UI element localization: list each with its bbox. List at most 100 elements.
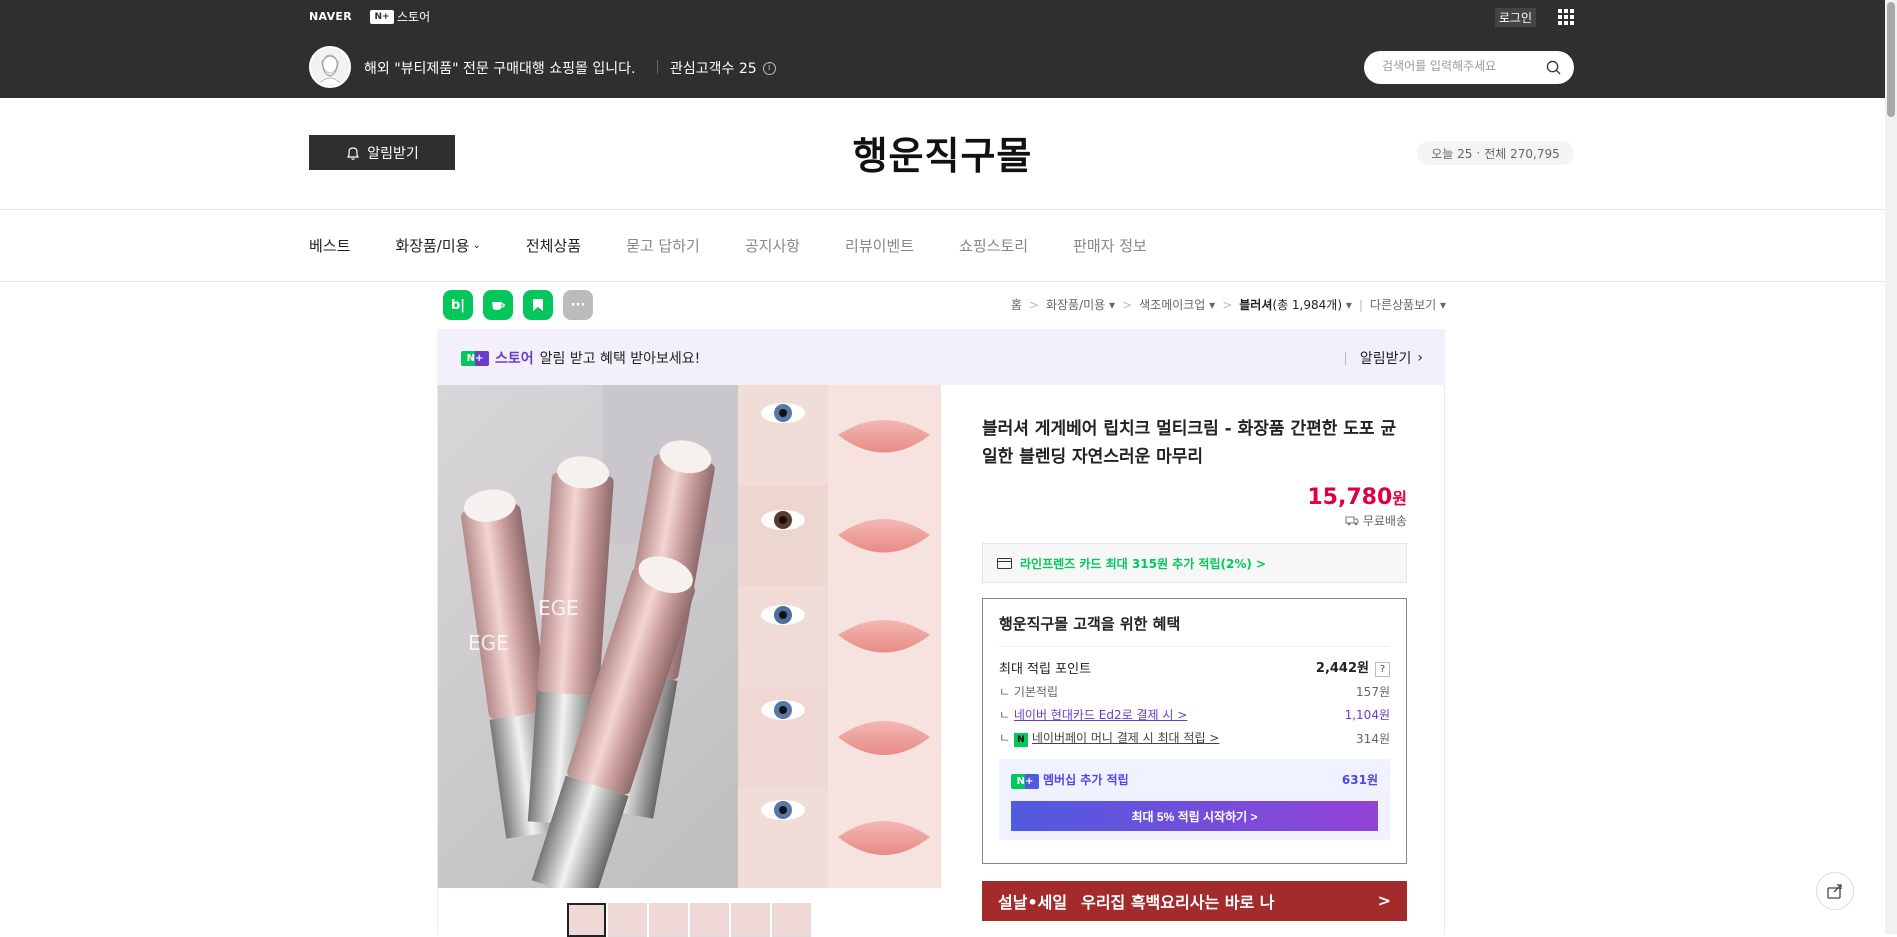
sale-tag: 설날•세일 — [998, 893, 1068, 912]
login-button[interactable]: 로그인 — [1494, 8, 1536, 27]
category-nav: 베스트 화장품/미용 ⌄ 전체상품 묻고 답하기 공지사항 리뷰이벤트 쇼핑스토리… — [0, 211, 1885, 282]
more-icon[interactable]: ··· — [563, 290, 593, 320]
nplus-badge: N+ — [370, 9, 394, 24]
card-benefit[interactable]: 라인프렌즈 카드 최대 315원 추가 적립(2%) > — [982, 543, 1407, 583]
divider — [1344, 351, 1346, 365]
nav-item-seller-info[interactable]: 판매자 정보 — [1073, 235, 1147, 256]
promo-alarm-label: 알림받기 — [1359, 351, 1412, 367]
visits-total: 전체 270,795 — [1484, 146, 1560, 161]
blog-icon[interactable]: b| — [443, 290, 473, 320]
naver-logo[interactable]: NAVER — [309, 10, 352, 23]
thumbnail[interactable] — [772, 903, 811, 937]
cafe-icon[interactable] — [483, 290, 513, 320]
grid-icon[interactable] — [1558, 9, 1574, 25]
price-value: 15,780 — [1307, 485, 1393, 510]
hyundai-card-row: ㄴ 네이버 현대카드 Ed2로 결제 시 > 1,104원 — [999, 708, 1390, 722]
breadcrumb-count: (총 1,984개) — [1272, 298, 1343, 312]
thumbnail[interactable] — [649, 903, 688, 937]
divider — [657, 60, 658, 74]
hyundai-card-value: 1,104원 — [1344, 708, 1390, 722]
breadcrumb-blusher-label: 블러셔 — [1239, 298, 1273, 312]
scrollbar-thumb[interactable] — [1887, 2, 1895, 117]
info-icon[interactable]: i — [762, 61, 776, 75]
store-info-row: 해외 "뷰티제품" 전문 구매대행 쇼핑몰 입니다. 관심고객수 25 i — [309, 46, 1574, 88]
benefit-title: 행운직구몰 고객을 위한 혜택 — [999, 613, 1390, 647]
nav-item-notice[interactable]: 공지사항 — [745, 235, 800, 256]
nav-item-shopping-story[interactable]: 쇼핑스토리 — [959, 235, 1028, 256]
chevron-right-icon: > — [1377, 891, 1391, 910]
membership-label: 멤버십 추가 적립 — [1043, 773, 1129, 787]
thumbnail[interactable] — [567, 903, 606, 937]
product-section: EGE EGE 블러셔 게게베어 립치크 멀티크림 - 화장품 간편한 도포 균… — [437, 385, 1445, 937]
search-box — [1364, 51, 1574, 84]
sale-banner[interactable]: 설날•세일 우리집 흑백요리사는 바로 나 > — [982, 881, 1407, 921]
nav-item-all-products[interactable]: 전체상품 — [526, 235, 581, 256]
bookmark-icon[interactable] — [523, 290, 553, 320]
search-icon[interactable] — [1546, 60, 1561, 75]
basic-point-value: 157원 — [1356, 685, 1390, 699]
thumbnail[interactable] — [731, 903, 770, 937]
floating-share-button[interactable] — [1816, 872, 1854, 910]
interest-label: 관심고객수 25 — [670, 61, 757, 77]
max-point-row: 최대 적립 포인트 2,442원? — [999, 657, 1390, 677]
product-image[interactable]: EGE EGE — [438, 385, 941, 888]
truck-icon — [1345, 516, 1359, 526]
npay-row: ㄴ N 네이버페이 머니 결제 시 최대 적립 > 314원 — [999, 731, 1390, 747]
npay-value: 314원 — [1356, 731, 1390, 746]
top-row: NAVER N+ 스토어 로그인 — [309, 8, 1574, 27]
chevron-right-icon: › — [1417, 350, 1423, 366]
product-brand-text-2: EGE — [538, 596, 579, 620]
nav-item-cosmetics[interactable]: 화장품/미용 ⌄ — [395, 235, 480, 256]
max-point-value: 2,442원 — [1315, 661, 1369, 676]
product-name: 블러셔 게게베어 립치크 멀티크림 - 화장품 간편한 도포 균일한 블렌딩 자… — [982, 419, 1397, 467]
price-unit: 원 — [1392, 489, 1407, 508]
nav-item-qna[interactable]: 묻고 답하기 — [626, 235, 700, 256]
naver-store-logo[interactable]: N+ 스토어 — [370, 8, 430, 25]
breadcrumb-cosmetics-label: 화장품/미용 — [1045, 298, 1106, 312]
npay-icon: N — [1013, 733, 1028, 747]
breadcrumb-blusher[interactable]: 블러셔(총 1,984개) ▾ — [1239, 296, 1352, 313]
membership-start-button[interactable]: 최대 5% 적립 시작하기 > — [1011, 801, 1378, 831]
share-icon — [1827, 884, 1842, 899]
divider: | — [1358, 297, 1363, 312]
visits-today: 오늘 25 — [1431, 146, 1473, 161]
nav-item-review-event[interactable]: 리뷰이벤트 — [845, 235, 914, 256]
avatar[interactable] — [309, 46, 351, 88]
store-title[interactable]: 행운직구몰 — [0, 125, 1885, 180]
sale-text: 우리집 흑백요리사는 바로 나 — [1081, 893, 1275, 912]
membership-value: 631원 — [1341, 773, 1378, 787]
chevron-right-icon: > — [1222, 297, 1233, 312]
membership-box: N+ 멤버십 추가 적립 631원 최대 5% 적립 시작하기 > — [999, 759, 1390, 840]
npay-link[interactable]: 네이버페이 머니 결제 시 최대 적립 > — [1032, 731, 1220, 745]
store-logo-text: 스토어 — [397, 10, 431, 24]
nav-item-cosmetics-label: 화장품/미용 — [395, 237, 470, 255]
breadcrumb-cosmetics[interactable]: 화장품/미용 ▾ — [1046, 296, 1115, 313]
card-icon — [997, 557, 1012, 569]
store-description: 해외 "뷰티제품" 전문 구매대행 쇼핑몰 입니다. — [364, 61, 636, 77]
nplus-badge: N+ — [461, 350, 489, 366]
dot-separator: · — [1476, 146, 1481, 160]
max-point-value-wrap: 2,442원? — [1316, 657, 1390, 677]
store-header: 알림받기 행운직구몰 오늘 25 · 전체 270,795 — [0, 98, 1885, 210]
basic-point-row: ㄴ 기본적립 157원 — [999, 683, 1390, 700]
benefit-box: 행운직구몰 고객을 위한 혜택 최대 적립 포인트 2,442원? ㄴ 기본적립… — [982, 598, 1407, 864]
thumbnail[interactable] — [690, 903, 729, 937]
thumbnail-list — [567, 903, 811, 937]
visit-count-badge: 오늘 25 · 전체 270,795 — [1417, 141, 1574, 165]
help-icon[interactable]: ? — [1375, 662, 1390, 677]
interest-count: 관심고객수 25 i — [670, 58, 776, 78]
search-input[interactable] — [1382, 59, 1542, 73]
scrollbar[interactable] — [1885, 0, 1897, 934]
breadcrumb-color-makeup[interactable]: 색조메이크업 ▾ — [1139, 296, 1215, 313]
other-products-label: 다른상품보기 — [1369, 298, 1437, 312]
thumbnail[interactable] — [608, 903, 647, 937]
other-products-button[interactable]: 다른상품보기 ▾ — [1370, 296, 1446, 313]
promo-left: N+ 스토어 알림 받고 혜택 받아보세요! — [461, 348, 700, 368]
breadcrumb-home[interactable]: 홈 — [1011, 296, 1022, 313]
product-price: 15,780원 — [982, 485, 1407, 510]
nav-item-best[interactable]: 베스트 — [309, 235, 350, 256]
promo-store-label: 스토어 — [495, 351, 534, 367]
product-brand-text: EGE — [468, 631, 509, 655]
promo-alarm-link[interactable]: 알림받기 › — [1344, 348, 1423, 368]
hyundai-card-link[interactable]: 네이버 현대카드 Ed2로 결제 시 > — [1014, 708, 1187, 722]
